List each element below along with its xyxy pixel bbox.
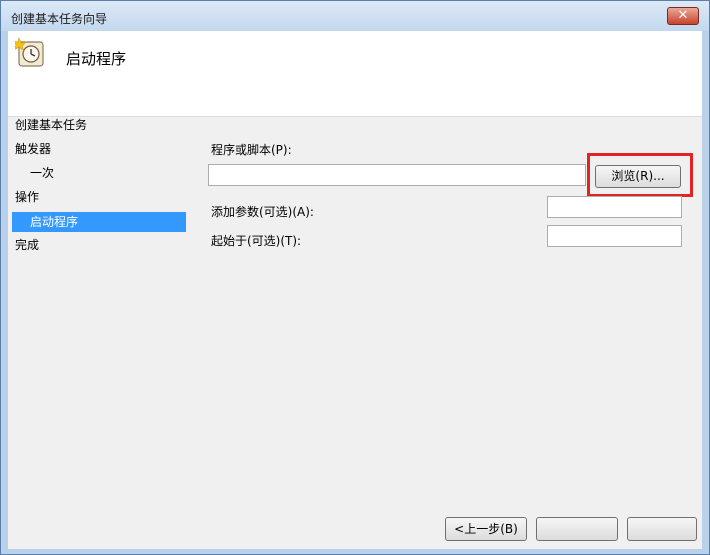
nav-item-action[interactable]: 操作 xyxy=(15,187,39,207)
title-bar[interactable]: 创建基本任务向导 ✕ xyxy=(1,1,709,31)
start-in-label: 起始于(可选)(T): xyxy=(211,234,302,248)
header-band: 启动程序 xyxy=(8,31,702,117)
cancel-button[interactable] xyxy=(627,517,697,541)
close-button[interactable]: ✕ xyxy=(667,7,699,25)
highlight-annotation-box xyxy=(587,153,693,197)
args-input[interactable] xyxy=(547,196,682,218)
window-title: 创建基本任务向导 xyxy=(11,12,108,26)
nav-item-trigger[interactable]: 触发器 xyxy=(15,139,51,159)
wizard-window: 创建基本任务向导 ✕ 启动程序 创建基本任务 触发器 一次 操作 启动程序 完成… xyxy=(0,0,710,555)
program-label: 程序或脚本(P): xyxy=(211,143,292,157)
back-button[interactable]: <上一步(B) xyxy=(445,517,527,541)
nav-item-once[interactable]: 一次 xyxy=(30,163,54,183)
page-title: 启动程序 xyxy=(66,50,127,68)
nav-item-start-program[interactable]: 启动程序 xyxy=(12,212,186,232)
wizard-client-area: 启动程序 创建基本任务 触发器 一次 操作 启动程序 完成 程序或脚本(P): … xyxy=(8,31,702,549)
program-input[interactable] xyxy=(208,164,586,186)
start-in-input[interactable] xyxy=(547,225,682,247)
args-label: 添加参数(可选)(A): xyxy=(211,205,314,219)
clock-wizard-icon xyxy=(15,37,44,67)
next-button[interactable] xyxy=(536,517,618,541)
nav-section-title: 创建基本任务 xyxy=(15,118,88,132)
nav-item-finish[interactable]: 完成 xyxy=(15,235,39,255)
wizard-nav: 创建基本任务 触发器 一次 操作 启动程序 完成 xyxy=(8,117,188,537)
